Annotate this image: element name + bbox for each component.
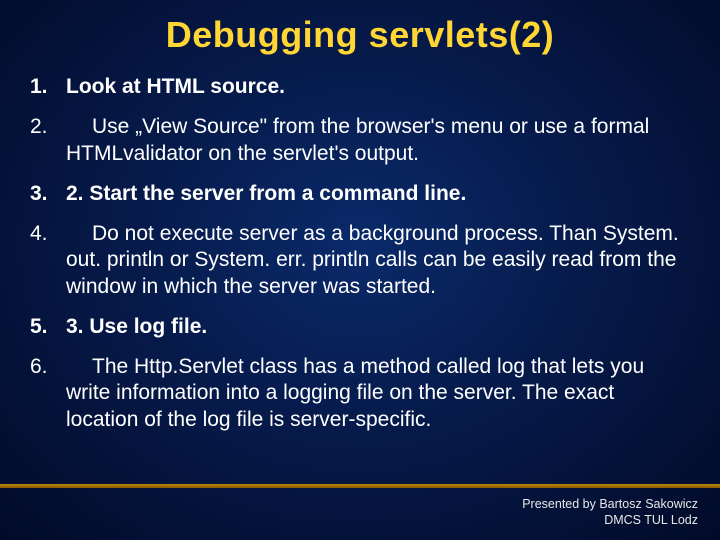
list-item: 1. Look at HTML source. [30,74,690,100]
slide-title: Debugging servlets(2) [0,0,720,56]
list-item: 3. 2. Start the server from a command li… [30,181,690,207]
content-list: 1. Look at HTML source. 2. Use „View Sou… [0,74,720,433]
divider-line [0,484,720,488]
slide: Debugging servlets(2) 1. Look at HTML so… [0,0,720,540]
item-number: 1. [30,74,60,100]
list-item: 2. Use „View Source" from the browser's … [30,114,690,167]
item-number: 6. [30,354,60,380]
item-number: 4. [30,221,60,247]
footer-author: Presented by Bartosz Sakowicz [522,496,698,512]
footer-affiliation: DMCS TUL Lodz [522,512,698,528]
footer: Presented by Bartosz Sakowicz DMCS TUL L… [522,496,698,529]
list-item: 5. 3. Use log file. [30,314,690,340]
item-text: The Http.Servlet class has a method call… [60,354,690,433]
item-text: 3. Use log file. [60,314,690,340]
item-text: Do not execute server as a background pr… [60,221,690,300]
item-text: 2. Start the server from a command line. [60,181,690,207]
item-number: 2. [30,114,60,140]
item-text: Use „View Source" from the browser's men… [60,114,690,167]
item-text: Look at HTML source. [60,74,690,100]
item-number: 3. [30,181,60,207]
list-item: 4. Do not execute server as a background… [30,221,690,300]
item-number: 5. [30,314,60,340]
list-item: 6. The Http.Servlet class has a method c… [30,354,690,433]
